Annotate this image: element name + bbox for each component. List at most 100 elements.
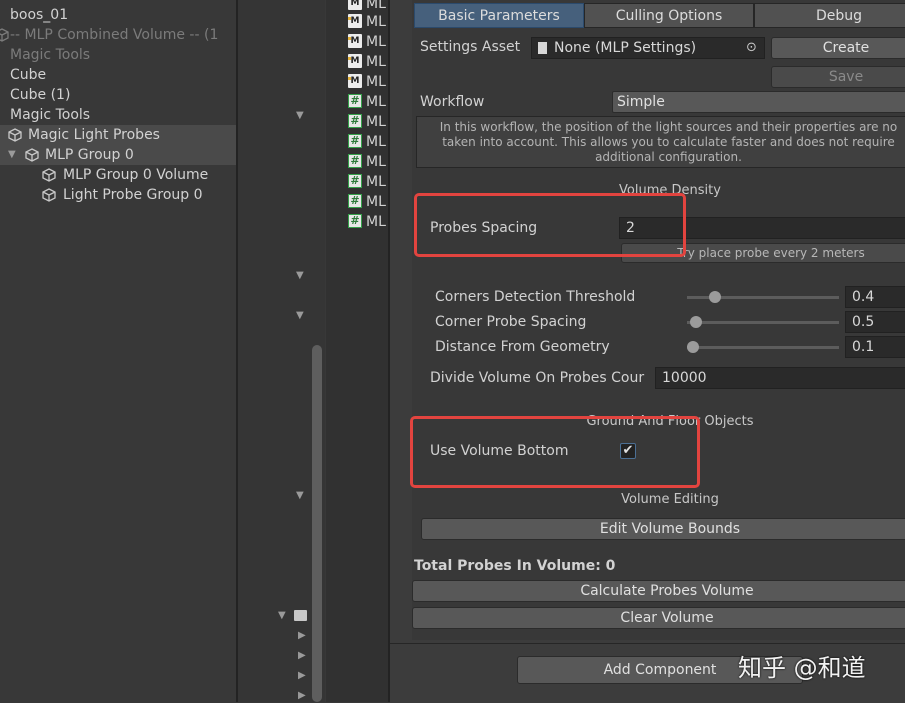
slider-knob[interactable] [709,291,721,303]
corner-probe-spacing-input[interactable]: 0.5 [845,311,905,333]
script-icon: # [348,214,362,228]
collapse-arrow-icon[interactable]: ▼ [296,110,304,121]
folder-icon [294,610,307,621]
watermark: 知乎 @和道 [738,654,866,682]
save-button[interactable]: Save [771,66,905,88]
material-marker-icon [348,37,351,40]
hierarchy-item-label: Magic Tools [10,47,91,63]
workflow-dropdown[interactable]: Simple [612,91,905,113]
divide-volume-input[interactable]: 10000 [655,367,905,389]
file-item[interactable]: M ML [348,52,386,72]
volume-editing-header: Volume Editing [621,492,719,507]
expand-arrow-icon[interactable]: ▶ [298,630,306,641]
expand-arrow-icon[interactable]: ▼ [8,145,16,165]
help-line: taken into account. This allows you to c… [442,135,895,149]
gameobject-icon [0,28,9,42]
script-icon: # [348,94,362,108]
gameobject-icon [42,188,56,202]
file-item-label: ML [366,214,386,230]
tab-debug[interactable]: Debug [754,3,905,28]
highlight-box [410,416,700,488]
scrollbar-thumb[interactable] [312,345,322,702]
script-icon: # [348,174,362,188]
hierarchy-item-label: MLP Group 0 Volume [63,167,209,183]
file-item[interactable]: # ML [348,152,386,172]
slider-track[interactable] [687,321,839,324]
file-item-label: ML [366,94,386,110]
corners-threshold-input[interactable]: 0.4 [845,286,905,308]
workflow-label: Workflow [420,94,485,110]
slider-knob[interactable] [687,341,699,353]
highlight-box [414,193,686,257]
collapse-arrow-icon[interactable]: ▼ [296,270,304,281]
file-item[interactable]: M ML [348,12,386,32]
hierarchy-item-label: -- MLP Combined Volume -- (1 [10,27,219,43]
hierarchy-item[interactable]: Light Probe Group 0 [0,185,236,205]
file-item[interactable]: M ML [348,72,386,92]
hierarchy-item[interactable]: Cube [0,65,236,85]
expand-arrow-icon[interactable]: ▶ [298,690,306,701]
object-picker-icon[interactable]: ⊙ [746,38,757,58]
file-item-label: ML [366,34,386,50]
corners-threshold-label: Corners Detection Threshold [435,289,636,305]
script-icon: # [348,134,362,148]
gameobject-icon [42,168,56,182]
file-item[interactable]: # ML [348,212,386,232]
collapse-arrow-icon[interactable]: ▼ [296,490,304,501]
create-button[interactable]: Create [771,37,905,59]
file-item[interactable]: # ML [348,132,386,152]
distance-geometry-input[interactable]: 0.1 [845,336,905,358]
file-item-label: ML [366,14,386,30]
gameobject-icon [25,148,39,162]
file-item-label: ML [366,174,386,190]
corner-probe-spacing-label: Corner Probe Spacing [435,314,587,330]
hierarchy-item-label: Light Probe Group 0 [63,187,203,203]
slider-knob[interactable] [690,316,702,328]
hierarchy-item-magic-light-probes[interactable]: Magic Light Probes [0,125,236,145]
file-item[interactable]: # ML [348,172,386,192]
script-icon: # [348,194,362,208]
hierarchy-item[interactable]: MLP Group 0 Volume [0,165,236,185]
collapse-arrow-icon[interactable]: ▼ [278,610,286,621]
file-item-label: ML [366,154,386,170]
script-icon: # [348,114,362,128]
hierarchy-item-label: Cube [10,67,47,83]
help-line: In this workflow, the position of the li… [439,120,898,134]
collapse-arrow-icon[interactable]: ▼ [296,310,304,321]
hierarchy-item[interactable]: boos_01 [0,5,236,25]
workflow-help-box: In this workflow, the position of the li… [416,116,905,168]
clear-volume-button[interactable]: Clear Volume [412,607,905,629]
hierarchy-item[interactable]: Cube (1) [0,85,236,105]
file-item-label: ML [366,74,386,90]
tab-culling-options[interactable]: Culling Options [584,3,754,28]
file-item[interactable]: M ML [348,32,386,52]
material-marker-icon [348,77,351,80]
settings-asset-value: None (MLP Settings) [554,40,697,56]
hierarchy-item[interactable]: Magic Tools [0,45,236,65]
hierarchy-item-label: MLP Group 0 [45,147,134,163]
file-item-label: ML [366,134,386,150]
slider-track[interactable] [687,346,839,349]
expand-arrow-icon[interactable]: ▶ [298,670,306,681]
file-item-label: ML [366,0,386,12]
edit-volume-bounds-button[interactable]: Edit Volume Bounds [421,518,905,540]
distance-geometry-label: Distance From Geometry [435,339,610,355]
hierarchy-item[interactable]: -- MLP Combined Volume -- (1 [0,25,236,45]
hierarchy-item-label: Cube (1) [10,87,71,103]
material-marker-icon [348,57,351,60]
file-item[interactable]: # ML [348,192,386,212]
script-icon: # [348,154,362,168]
file-item-label: ML [366,54,386,70]
file-item[interactable]: # ML [348,92,386,112]
file-item[interactable]: # ML [348,112,386,132]
hierarchy-item-label: Magic Light Probes [28,127,160,143]
settings-asset-label: Settings Asset [420,39,521,55]
tab-basic-parameters[interactable]: Basic Parameters [414,3,584,28]
calculate-probes-volume-button[interactable]: Calculate Probes Volume [412,580,905,602]
settings-asset-field[interactable]: None (MLP Settings) ⊙ [531,37,765,59]
expand-arrow-icon[interactable]: ▶ [298,650,306,661]
hierarchy-item[interactable]: Magic Tools [0,105,236,125]
hierarchy-item-mlp-group[interactable]: ▼ MLP Group 0 [0,145,236,165]
hierarchy-item-label: boos_01 [10,7,69,23]
material-marker-icon [348,17,351,20]
